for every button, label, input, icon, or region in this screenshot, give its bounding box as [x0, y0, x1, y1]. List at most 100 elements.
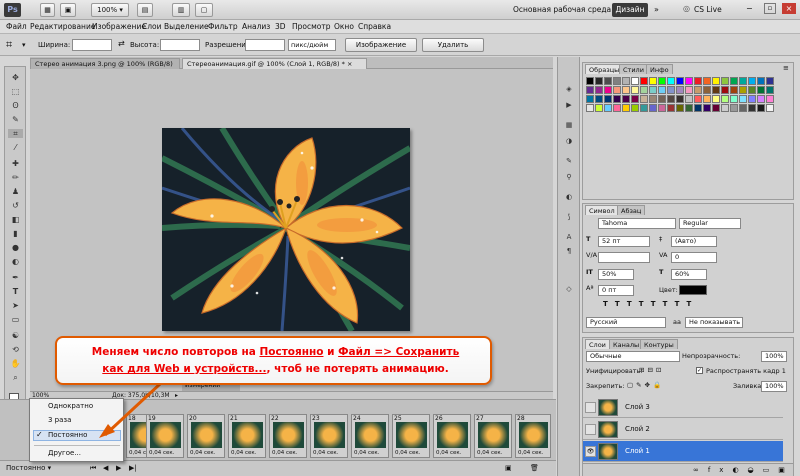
color-swatch[interactable] — [676, 86, 684, 94]
dodge-tool-icon[interactable]: ◐ — [8, 257, 23, 266]
color-swatch[interactable] — [766, 95, 774, 103]
color-swatch[interactable] — [721, 95, 729, 103]
font-style-select[interactable]: Regular — [679, 218, 741, 229]
color-swatch[interactable] — [712, 77, 720, 85]
bridge-icon[interactable]: ▦ — [40, 3, 55, 17]
color-swatch[interactable] — [631, 104, 639, 112]
color-swatch[interactable] — [730, 104, 738, 112]
frame-delay[interactable]: 0,04 сек. — [395, 450, 420, 456]
lasso-tool-icon[interactable]: ʘ — [8, 101, 23, 110]
color-swatch[interactable] — [622, 104, 630, 112]
loop-option-3-times[interactable]: 3 раза — [48, 416, 71, 424]
color-swatch[interactable] — [658, 104, 666, 112]
tab-styles[interactable]: Стили — [619, 64, 648, 74]
tab-document-1[interactable]: Стерео анимация 3.png @ 100% (RGB/8) × — [30, 58, 180, 79]
color-swatch[interactable] — [658, 77, 666, 85]
layer-name[interactable]: Слой 2 — [625, 425, 650, 433]
frame-delay[interactable]: 0,04 сек. — [231, 450, 256, 456]
height-field[interactable] — [160, 39, 200, 51]
stamp-tool-icon[interactable]: ♟ — [8, 187, 23, 196]
previous-frame-icon[interactable]: ◀ — [103, 464, 108, 472]
visibility-toggle[interactable] — [585, 424, 596, 435]
color-swatch[interactable] — [649, 86, 657, 94]
color-swatch[interactable] — [703, 95, 711, 103]
paths-panel-icon[interactable]: ⟆ — [563, 213, 575, 222]
frame-delay[interactable]: 0,04 сек. — [436, 450, 461, 456]
kerning-field[interactable] — [598, 252, 650, 263]
color-swatch[interactable] — [748, 86, 756, 94]
vertical-scale-field[interactable]: 50% — [598, 269, 634, 280]
color-swatch[interactable] — [766, 77, 774, 85]
maximize-icon[interactable]: ▫ — [764, 3, 776, 14]
color-swatch[interactable] — [748, 104, 756, 112]
color-swatch[interactable] — [640, 86, 648, 94]
actions-panel-icon[interactable]: ▶ — [563, 101, 575, 110]
zoom-level-dropdown[interactable]: 100% ▾ — [91, 3, 129, 17]
color-swatch[interactable] — [685, 95, 693, 103]
tool-preset-chevron-icon[interactable]: ▾ — [22, 41, 26, 49]
next-frame-icon[interactable]: ▶| — [129, 464, 137, 472]
crop-tool-icon[interactable]: ⌗ — [8, 129, 23, 138]
minibridge-icon[interactable]: ▣ — [60, 3, 76, 17]
color-swatch[interactable] — [604, 86, 612, 94]
color-swatch[interactable] — [685, 104, 693, 112]
color-swatch[interactable] — [748, 95, 756, 103]
color-swatch[interactable] — [631, 77, 639, 85]
color-swatch[interactable] — [703, 104, 711, 112]
resolution-field[interactable] — [245, 39, 285, 51]
color-swatch[interactable] — [712, 95, 720, 103]
color-swatch[interactable] — [622, 86, 630, 94]
color-swatch[interactable] — [613, 104, 621, 112]
cs-live-button[interactable]: CS Live — [694, 5, 722, 14]
close-tab-icon[interactable]: × — [347, 60, 352, 68]
shape-tool-icon[interactable]: ▭ — [8, 315, 23, 324]
layer-row-selected[interactable]: 👁 Слой 1 — [583, 441, 783, 462]
resolution-unit-select[interactable]: пикс/дюйм — [288, 39, 336, 51]
color-swatch[interactable] — [757, 77, 765, 85]
color-swatch[interactable] — [721, 77, 729, 85]
clone-source-panel-icon[interactable]: ⚲ — [563, 173, 575, 182]
color-swatch[interactable] — [631, 86, 639, 94]
loop-option-forever[interactable]: Постоянно — [48, 431, 87, 439]
gradient-tool-icon[interactable]: ▮ — [8, 229, 23, 238]
color-swatch[interactable] — [676, 95, 684, 103]
move-tool-icon[interactable]: ✥ — [8, 73, 23, 82]
swap-dimensions-icon[interactable]: ⇄ — [118, 39, 125, 48]
animation-frame[interactable]: 23 0,04 сек. — [310, 414, 348, 458]
loop-option-once[interactable]: Однократно — [48, 402, 93, 410]
brushes-panel-icon[interactable]: ✎ — [563, 157, 575, 166]
menu-file[interactable]: Файл — [6, 22, 27, 31]
frame-delay[interactable]: 0,04 сек. — [313, 450, 338, 456]
3d-panel-icon[interactable]: ◇ — [563, 285, 575, 294]
screen-mode-icon[interactable]: ▢ — [195, 3, 213, 17]
animation-frame[interactable]: 27 0,04 сек. — [474, 414, 512, 458]
animation-frame[interactable]: 28 0,04 сек. — [515, 414, 551, 458]
zoom-tool-icon[interactable]: ⌕ — [8, 373, 23, 382]
panel-menu-icon[interactable]: ≡ — [783, 64, 789, 72]
layer-row[interactable]: Слой 2 — [583, 419, 783, 440]
color-swatch[interactable] — [766, 86, 774, 94]
clear-button[interactable]: Удалить — [422, 38, 484, 52]
horizontal-scale-field[interactable]: 60% — [671, 269, 707, 280]
path-select-tool-icon[interactable]: ➤ — [8, 301, 23, 310]
animation-frame[interactable]: 24 0,04 сек. — [351, 414, 389, 458]
tab-paths[interactable]: Контуры — [640, 339, 678, 349]
delete-frame-icon[interactable]: 🗑 — [530, 464, 539, 472]
layer-name[interactable]: Слой 1 — [625, 447, 650, 455]
color-swatch[interactable] — [757, 86, 765, 94]
arrange-documents-icon[interactable]: ▥ — [172, 3, 190, 17]
brush-tool-icon[interactable]: ✏ — [8, 173, 23, 182]
color-swatch[interactable] — [586, 86, 594, 94]
menu-image[interactable]: Изображение — [92, 22, 146, 31]
color-swatch[interactable] — [586, 77, 594, 85]
color-swatch[interactable] — [730, 86, 738, 94]
menu-help[interactable]: Справка — [358, 22, 391, 31]
menu-layers[interactable]: Слои — [142, 22, 162, 31]
color-swatch[interactable] — [595, 77, 603, 85]
color-panel-icon[interactable]: ▦ — [563, 121, 575, 130]
hand-tool-icon[interactable]: ✋ — [8, 359, 23, 368]
animation-frame[interactable]: 21 0,04 сек. — [228, 414, 266, 458]
color-swatch[interactable] — [667, 86, 675, 94]
marquee-tool-icon[interactable]: ⬚ — [8, 87, 23, 96]
play-icon[interactable]: ▶ — [116, 464, 121, 472]
